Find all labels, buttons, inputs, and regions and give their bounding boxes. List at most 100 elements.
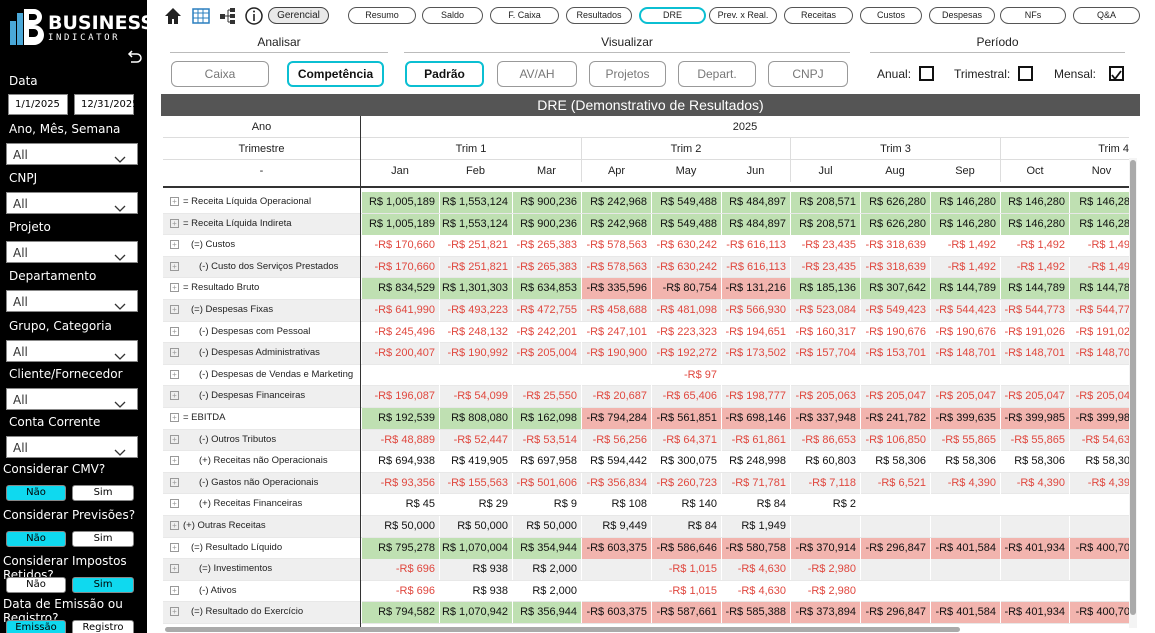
periodo-checkbox[interactable] <box>919 66 934 81</box>
analisar-button[interactable]: Competência <box>287 61 384 87</box>
expand-plus-icon[interactable]: + <box>170 304 179 314</box>
filter-dropdown[interactable]: All <box>6 436 138 458</box>
visualizar-button[interactable]: AV/AH <box>497 61 577 87</box>
expand-plus-icon[interactable]: + <box>170 520 179 530</box>
table-cell <box>1069 559 1129 581</box>
table-cell: -R$ 54,63 <box>1069 429 1129 451</box>
table-cell: R$ 808,080 <box>439 408 512 429</box>
analisar-button[interactable]: Caixa <box>171 61 269 87</box>
table-row: + (=) Resultado Líquido R$ 795,278 R$ 1,070… <box>163 537 1129 560</box>
nav-tab[interactable]: Saldo <box>422 7 483 24</box>
visualizar-button[interactable]: Projetos <box>589 61 666 87</box>
expand-plus-icon[interactable]: + <box>170 283 179 293</box>
row-label-text: (=) Custos <box>191 239 236 251</box>
table-cell: R$ 356,944 <box>512 602 581 624</box>
horizontal-scrollbar[interactable] <box>165 627 960 632</box>
expand-plus-icon[interactable]: + <box>170 369 179 379</box>
expand-plus-icon[interactable]: + <box>170 477 179 487</box>
nav-tab[interactable]: Despesas <box>929 7 995 24</box>
table-cell: -R$ 296,847 <box>860 537 930 559</box>
filter-dropdown[interactable]: All <box>6 290 138 312</box>
table-cell: -R$ 155,563 <box>439 472 512 494</box>
row-label-text: = Receita Líquida Operacional <box>183 196 312 207</box>
toggle-option-a[interactable]: Não <box>6 577 66 593</box>
table-row: + (+) Receitas Financeiras R$ 45 R$ 29 R$ 9R… <box>163 494 1129 516</box>
toggle-option-a[interactable]: Emissão <box>6 620 66 633</box>
nav-tab[interactable]: Resumo <box>348 7 416 24</box>
nav-tab[interactable]: Prev. x Real. <box>709 7 777 24</box>
nav-tab[interactable]: Receitas <box>784 7 853 24</box>
table-cell <box>930 364 1000 386</box>
row-label: + = Resultado Bruto <box>163 278 360 299</box>
table-icon[interactable] <box>191 6 211 31</box>
periodo-checkbox[interactable] <box>1109 66 1124 81</box>
back-arrow-icon[interactable] <box>124 48 144 68</box>
nav-tab[interactable]: NFs <box>1000 7 1066 24</box>
table-cell: -R$ 1,49 <box>1069 235 1129 257</box>
table-cell: R$ 549,488 <box>651 192 721 213</box>
nav-tab[interactable]: Q&A <box>1073 7 1140 24</box>
expand-plus-icon[interactable]: + <box>170 499 179 509</box>
expand-plus-icon[interactable]: + <box>170 564 179 574</box>
visualizar-button[interactable]: Padrão <box>405 61 484 87</box>
filter-dropdown[interactable]: All <box>6 340 138 362</box>
expand-plus-icon[interactable]: + <box>170 261 179 271</box>
table-cell: -R$ 616,113 <box>721 235 790 257</box>
expand-plus-icon[interactable]: + <box>170 456 179 466</box>
expand-plus-icon[interactable]: + <box>170 434 179 444</box>
table-cell: -R$ 6,521 <box>860 472 930 494</box>
info-icon[interactable] <box>244 6 264 31</box>
periodo-checkbox[interactable] <box>1018 66 1033 81</box>
table-row: + = Resultado Bruto R$ 834,529 R$ 1,301,303… <box>163 278 1129 300</box>
table-cell: -R$ 578,563 <box>581 256 651 278</box>
row-label-text: = Receita Líquida Indireta <box>183 217 292 229</box>
expand-plus-icon[interactable]: + <box>170 348 179 358</box>
expand-plus-icon[interactable]: + <box>170 196 179 206</box>
filter-dropdown[interactable]: All <box>6 143 138 165</box>
table-row: + = Receita Líquida Indireta R$ 1,005,189 R… <box>163 213 1129 236</box>
table-cell: R$ 484,897 <box>721 213 790 235</box>
toggle-option-b[interactable]: Sim <box>72 531 134 547</box>
filter-dropdown[interactable]: All <box>6 388 138 410</box>
table-cell: R$ 9,449 <box>581 516 651 537</box>
table-cell: R$ 84 <box>721 494 790 516</box>
table-cell: -R$ 4,630 <box>721 559 790 581</box>
nav-tab[interactable]: Custos <box>860 7 922 24</box>
table-cell: -R$ 544,773 <box>1000 300 1069 321</box>
report-title: DRE (Demonstrativo de Resultados) <box>161 94 1140 116</box>
visualizar-button[interactable]: Depart. <box>678 61 756 87</box>
toggle-option-b[interactable]: Registro <box>72 620 134 633</box>
expand-plus-icon[interactable]: + <box>170 585 179 595</box>
toggle-option-a[interactable]: Não <box>6 485 66 501</box>
visualizar-button[interactable]: CNPJ <box>768 61 848 87</box>
periodo-label: Trimestral: <box>954 67 1011 81</box>
expand-plus-icon[interactable]: + <box>170 412 179 422</box>
table-cell: -R$ 458,688 <box>581 300 651 321</box>
row-label-text: (-) Despesas Administrativas <box>199 347 320 359</box>
home-icon[interactable] <box>163 6 183 31</box>
filter-dropdown[interactable]: All <box>6 241 138 263</box>
toggle-option-a[interactable]: Não <box>6 531 66 547</box>
expand-plus-icon[interactable]: + <box>170 542 179 552</box>
expand-plus-icon[interactable]: + <box>170 607 179 617</box>
expand-plus-icon[interactable]: + <box>170 391 179 401</box>
table-cell: -R$ 399,635 <box>930 408 1000 429</box>
expand-plus-icon[interactable]: + <box>170 240 179 250</box>
table-cell: -R$ 148,701 <box>1000 343 1069 365</box>
nav-tab[interactable]: Resultados <box>566 7 632 24</box>
hierarchy-icon[interactable] <box>218 6 238 31</box>
toggle-option-b[interactable]: Sim <box>72 485 134 501</box>
gerencial-button[interactable]: Gerencial <box>268 7 329 24</box>
table-cell: R$ 162,098 <box>512 408 581 429</box>
filter-dropdown[interactable]: All <box>6 192 138 214</box>
brand-line2: INDICATOR <box>48 33 121 43</box>
nav-tab[interactable]: DRE <box>639 7 706 24</box>
expand-plus-icon[interactable]: + <box>170 326 179 336</box>
table-cell: -R$ 337,948 <box>790 408 860 429</box>
toggle-option-b[interactable]: Sim <box>72 577 134 593</box>
date-from-input[interactable]: 1/1/2025 <box>8 94 68 115</box>
nav-tab[interactable]: F. Caixa <box>490 7 559 24</box>
date-to-input[interactable]: 12/31/2025 <box>74 94 139 115</box>
expand-plus-icon[interactable]: + <box>170 218 179 228</box>
vertical-scrollbar-thumb[interactable] <box>1130 160 1136 615</box>
